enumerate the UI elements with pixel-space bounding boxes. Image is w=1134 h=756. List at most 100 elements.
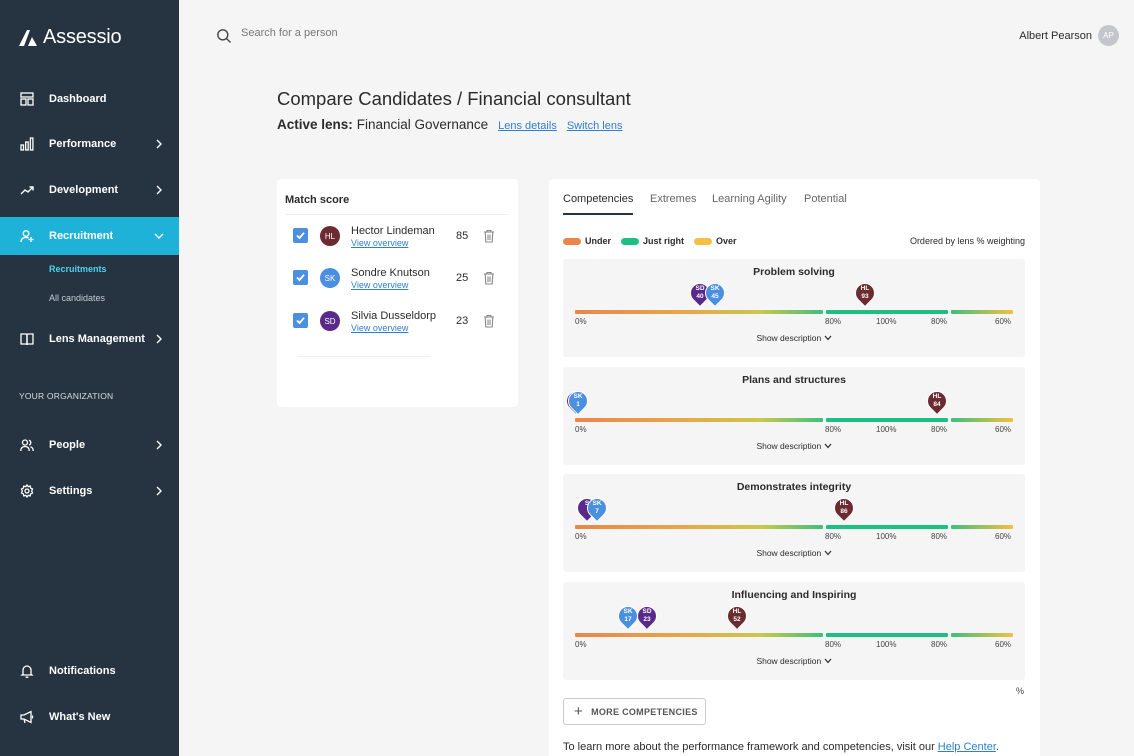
nav-label: Lens Management: [49, 333, 145, 345]
show-description-label: Show description: [756, 333, 822, 343]
nav-recruitment[interactable]: Recruitment: [0, 217, 179, 255]
nav-notifications[interactable]: Notifications: [0, 652, 179, 690]
tick-label: 60%: [995, 640, 1012, 649]
view-overview-link[interactable]: View overview: [351, 323, 408, 333]
nav-people[interactable]: People: [0, 426, 179, 464]
pin-initials: HL: [932, 393, 942, 400]
nav-performance[interactable]: Performance: [0, 125, 179, 163]
tick-label: 0%: [575, 317, 587, 326]
avatar[interactable]: AP: [1098, 25, 1119, 46]
show-description-toggle[interactable]: Show description: [563, 656, 1025, 666]
nav-label: Notifications: [49, 665, 116, 677]
pin-initials: HL: [860, 285, 870, 292]
show-description-label: Show description: [756, 548, 822, 558]
pin-initials: SK: [710, 285, 720, 292]
legend-swatch-over: [694, 237, 713, 245]
ordering-note: Ordered by lens % weighting: [909, 236, 1025, 246]
sub-item-all-candidates[interactable]: All candidates: [49, 293, 105, 303]
bell-icon: [19, 663, 35, 679]
trash-icon[interactable]: [483, 229, 495, 243]
pin-value: 40: [696, 293, 704, 300]
chevron-down-icon: [154, 233, 164, 239]
pin-label: SK 45: [705, 285, 725, 301]
trash-icon[interactable]: [483, 271, 495, 285]
active-lens-label: Active lens:: [277, 117, 353, 132]
pin-label: HL 93: [855, 285, 875, 301]
nav-label: Dashboard: [49, 93, 107, 105]
candidate-pin[interactable]: SK 45: [700, 278, 730, 311]
tick-label: 0%: [575, 425, 587, 434]
pin-initials: SD: [695, 285, 705, 292]
pin-value: 52: [733, 616, 741, 623]
tick-label: 100%: [876, 317, 897, 326]
candidate-pin[interactable]: HL 86: [829, 493, 859, 526]
section-label: YOUR ORGANIZATION: [19, 391, 114, 401]
assessio-logo-icon: [19, 29, 37, 46]
more-competencies-button[interactable]: + MORE COMPETENCIES: [563, 698, 706, 725]
candidate-row: SK Sondre Knutson View overview 25: [277, 263, 518, 299]
tab-extremes[interactable]: Extremes: [650, 193, 696, 205]
candidate-avatar: HL: [320, 226, 340, 246]
candidate-pin[interactable]: SK 1: [563, 386, 593, 419]
nav-label: What's New: [49, 711, 111, 723]
candidate-score: 25: [456, 272, 469, 284]
bar-over: [951, 525, 1013, 529]
pin-value: 93: [861, 293, 869, 300]
tab-learning-agility[interactable]: Learning Agility: [712, 193, 787, 205]
tab-potential[interactable]: Potential: [804, 193, 847, 205]
pin-value: 23: [643, 616, 651, 623]
trending-up-icon: [19, 182, 35, 198]
pin-initials: SK: [623, 608, 633, 615]
competency-influencing-and-inspiring: Influencing and Inspiring 0% 80% 100% 80…: [563, 582, 1025, 680]
lens-details-link[interactable]: Lens details: [498, 120, 557, 132]
bar-under: [575, 633, 823, 637]
search-input[interactable]: [241, 27, 541, 39]
tick-label: 60%: [995, 425, 1012, 434]
pin-initials: SK: [592, 500, 602, 507]
view-overview-link[interactable]: View overview: [351, 280, 408, 290]
candidate-avatar: SD: [320, 311, 340, 331]
bar-over: [951, 310, 1013, 314]
bar-under: [575, 418, 823, 422]
pin-value: 7: [595, 508, 599, 515]
nav-settings[interactable]: Settings: [0, 472, 179, 510]
nav-development[interactable]: Development: [0, 171, 179, 209]
user-name[interactable]: Albert Pearson: [1019, 30, 1092, 42]
candidate-score: 23: [456, 315, 469, 327]
candidate-checkbox[interactable]: [293, 228, 308, 243]
nav-label: People: [49, 439, 86, 451]
show-description-toggle[interactable]: Show description: [563, 441, 1025, 451]
match-score-card: Match score HL Hector Lindeman View over…: [277, 179, 518, 407]
candidate-checkbox[interactable]: [293, 313, 308, 328]
logo[interactable]: Assessio: [19, 26, 122, 49]
sub-item-recruitments[interactable]: Recruitments: [49, 264, 107, 274]
pin-initials: SK: [573, 393, 583, 400]
candidate-avatar: SK: [320, 268, 340, 288]
nav-dashboard[interactable]: Dashboard: [0, 80, 179, 118]
candidate-checkbox[interactable]: [293, 270, 308, 285]
active-lens-line: Active lens: Financial Governance Lens d…: [277, 117, 622, 132]
candidate-pin[interactable]: HL 52: [722, 601, 752, 634]
candidate-pin[interactable]: SD 23: [632, 601, 662, 634]
candidate-pin[interactable]: HL 84: [922, 386, 952, 419]
competency-plans-and-structures: Plans and structures 0% 80% 100% 80% 60%…: [561, 367, 1025, 465]
switch-lens-link[interactable]: Switch lens: [567, 120, 623, 132]
bar-over: [951, 633, 1013, 637]
candidate-pin[interactable]: SK 7: [582, 493, 612, 526]
show-description-toggle[interactable]: Show description: [563, 333, 1025, 343]
tab-competencies[interactable]: Competencies: [563, 193, 633, 205]
competency-title: Problem solving: [753, 266, 835, 278]
checkmark-icon: [296, 317, 305, 325]
competency-title: Demonstrates integrity: [736, 481, 852, 493]
nav-lens-management[interactable]: Lens Management: [0, 320, 179, 358]
view-overview-link[interactable]: View overview: [351, 238, 408, 248]
top-bar: Albert Pearson AP: [179, 0, 1134, 72]
trash-icon[interactable]: [483, 314, 495, 328]
candidate-pin[interactable]: HL 93: [850, 278, 880, 311]
nav-label: Performance: [49, 138, 117, 150]
help-center-link[interactable]: Help Center: [938, 741, 996, 753]
candidate-name: Silvia Dusseldorp: [351, 310, 436, 322]
nav-whats-new[interactable]: What's New: [0, 698, 179, 736]
tick-label: 80%: [825, 317, 842, 326]
show-description-toggle[interactable]: Show description: [563, 548, 1025, 558]
